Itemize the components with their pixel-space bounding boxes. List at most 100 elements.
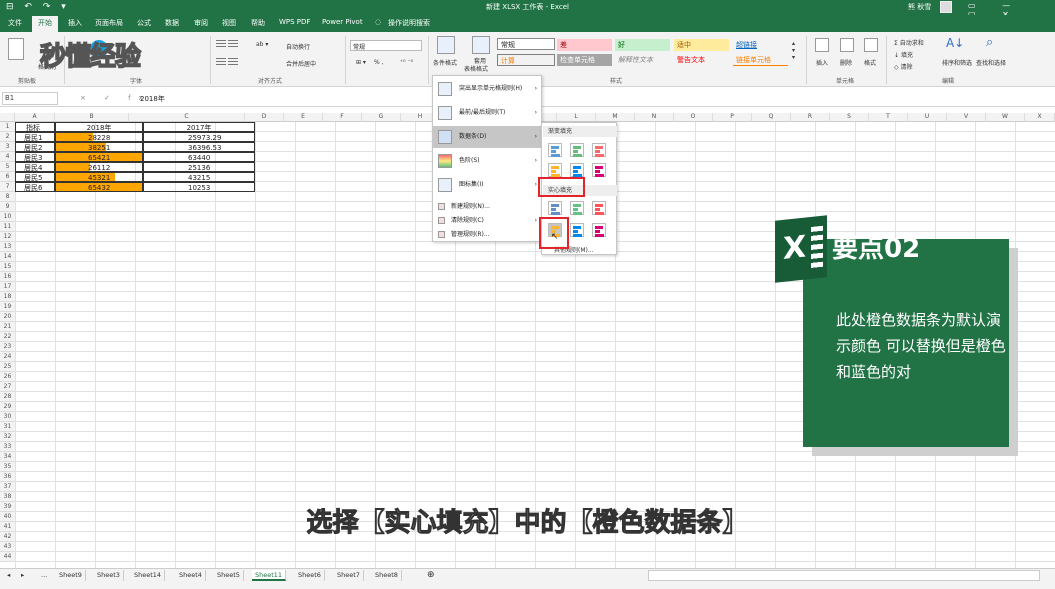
table-cell[interactable]: 65421	[55, 152, 143, 162]
sheet-tab[interactable]: Sheet4	[176, 570, 206, 581]
row-header[interactable]: 31	[0, 422, 15, 432]
currency-icon[interactable]: ⊞ ▾	[356, 59, 366, 66]
style-bad[interactable]: 差	[557, 39, 612, 51]
horizontal-scrollbar[interactable]	[648, 570, 1040, 581]
table-cell[interactable]: 63440	[143, 152, 255, 162]
format-cells-icon[interactable]	[864, 38, 878, 52]
tab-file[interactable]: 文件	[8, 18, 22, 28]
menu-item-color-scales[interactable]: 色阶(S) ›	[433, 150, 541, 172]
sheet-tab[interactable]: Sheet3	[94, 570, 124, 581]
table-cell[interactable]: 36396.53	[143, 142, 255, 152]
add-sheet-button[interactable]: ⊕	[424, 570, 438, 581]
row-header[interactable]: 28	[0, 392, 15, 402]
style-normal[interactable]: 常规	[497, 38, 555, 50]
row-header[interactable]: 11	[0, 222, 15, 232]
style-good[interactable]: 好	[615, 39, 670, 51]
tab-help[interactable]: 帮助	[251, 18, 265, 28]
column-header[interactable]: F	[323, 113, 362, 122]
header-cell[interactable]: 2017年	[143, 122, 255, 132]
row-header[interactable]: 5	[0, 162, 15, 172]
sheet-tab[interactable]: Sheet7	[334, 570, 364, 581]
row-header[interactable]: 3	[0, 142, 15, 152]
align-top-icon[interactable]	[216, 40, 226, 48]
column-header[interactable]: N	[635, 113, 674, 122]
menu-item-top-bottom[interactable]: 最前/最后规则(T) ›	[433, 102, 541, 124]
row-header[interactable]: 36	[0, 472, 15, 482]
sheet-nav-next-icon[interactable]: ▸	[18, 570, 27, 581]
menu-item-data-bars[interactable]: 数据条(D) ›	[433, 126, 541, 148]
row-header[interactable]: 35	[0, 462, 15, 472]
search-icon[interactable]: ⌕	[986, 35, 993, 50]
sheet-tab[interactable]: Sheet6	[295, 570, 325, 581]
row-header[interactable]: 24	[0, 352, 15, 362]
column-header[interactable]: O	[674, 113, 713, 122]
row-header[interactable]: 17	[0, 282, 15, 292]
style-linked[interactable]: 链接单元格	[733, 54, 788, 66]
paste-icon[interactable]	[8, 38, 24, 60]
table-cell[interactable]: 居民2	[15, 142, 55, 152]
column-header[interactable]: C	[129, 113, 245, 122]
tab-home[interactable]: 开始	[32, 16, 58, 32]
row-header[interactable]: 44	[0, 552, 15, 562]
tab-page-layout[interactable]: 页面布局	[95, 18, 123, 28]
row-header[interactable]: 32	[0, 432, 15, 442]
row-header[interactable]: 26	[0, 372, 15, 382]
column-header[interactable]: E	[284, 113, 323, 122]
tab-formulas[interactable]: 公式	[137, 18, 151, 28]
column-header[interactable]: X	[1025, 113, 1055, 122]
row-header[interactable]: 15	[0, 262, 15, 272]
row-header[interactable]: 16	[0, 272, 15, 282]
menu-item-icon-sets[interactable]: 图标集(I) ›	[433, 174, 541, 196]
solid-purple-bar[interactable]	[592, 223, 606, 237]
tab-view[interactable]: 视图	[222, 18, 236, 28]
sheet-tab[interactable]: Sheet8	[372, 570, 402, 581]
column-header[interactable]: W	[986, 113, 1025, 122]
table-cell[interactable]: 居民1	[15, 132, 55, 142]
number-format-select[interactable]: 常规	[350, 40, 422, 51]
row-header[interactable]: 7	[0, 182, 15, 192]
table-cell[interactable]: 43215	[143, 172, 255, 182]
table-cell[interactable]: 26112	[55, 162, 143, 172]
fill-button[interactable]: ↓ 填充	[894, 50, 913, 59]
row-header[interactable]: 29	[0, 402, 15, 412]
row-header[interactable]: 13	[0, 242, 15, 252]
row-header[interactable]: 21	[0, 322, 15, 332]
column-header[interactable]: Q	[752, 113, 791, 122]
row-header[interactable]: 23	[0, 342, 15, 352]
row-header[interactable]: 22	[0, 332, 15, 342]
find-select-button[interactable]: 查找和选择	[976, 58, 1006, 67]
style-neutral[interactable]: 适中	[674, 39, 729, 51]
row-header[interactable]: 37	[0, 482, 15, 492]
conditional-format-icon[interactable]	[437, 36, 455, 54]
column-header[interactable]: A	[15, 113, 55, 122]
select-all-corner[interactable]	[0, 113, 15, 122]
format-button[interactable]: 格式	[864, 58, 876, 67]
sort-filter-button[interactable]: 排序和筛选	[942, 58, 972, 67]
column-header[interactable]: D	[245, 113, 284, 122]
styles-scroll-icon[interactable]: ▴ ▾ ▾	[792, 40, 795, 61]
name-box[interactable]: B1	[2, 92, 58, 105]
style-hyperlink[interactable]: 超链接	[733, 39, 788, 51]
table-cell[interactable]: 居民4	[15, 162, 55, 172]
align-center-icon[interactable]	[228, 58, 238, 66]
row-header[interactable]: 43	[0, 542, 15, 552]
column-header[interactable]: B	[55, 113, 129, 122]
gradient-red-bar[interactable]	[592, 143, 606, 157]
sheet-tab[interactable]: Sheet9	[56, 570, 86, 581]
format-table-icon[interactable]	[472, 36, 490, 54]
row-header[interactable]: 18	[0, 292, 15, 302]
wrap-text-button[interactable]: 自动换行	[286, 42, 310, 51]
row-header[interactable]: 12	[0, 232, 15, 242]
table-cell[interactable]: 45321	[55, 172, 143, 182]
sheet-tab[interactable]: Sheet5	[214, 570, 244, 581]
percent-button[interactable]: % ,	[374, 59, 384, 66]
autosum-button[interactable]: Σ 自动求和	[894, 38, 924, 47]
row-header[interactable]: 2	[0, 132, 15, 142]
table-cell[interactable]: 28228	[55, 132, 143, 142]
style-calc[interactable]: 计算	[497, 54, 555, 66]
tab-data[interactable]: 数据	[165, 18, 179, 28]
row-header[interactable]: 8	[0, 192, 15, 202]
formula-input[interactable]: 2018年	[140, 94, 165, 104]
insert-button[interactable]: 插入	[816, 58, 828, 67]
sheet-tab-active[interactable]: Sheet11	[252, 570, 287, 581]
